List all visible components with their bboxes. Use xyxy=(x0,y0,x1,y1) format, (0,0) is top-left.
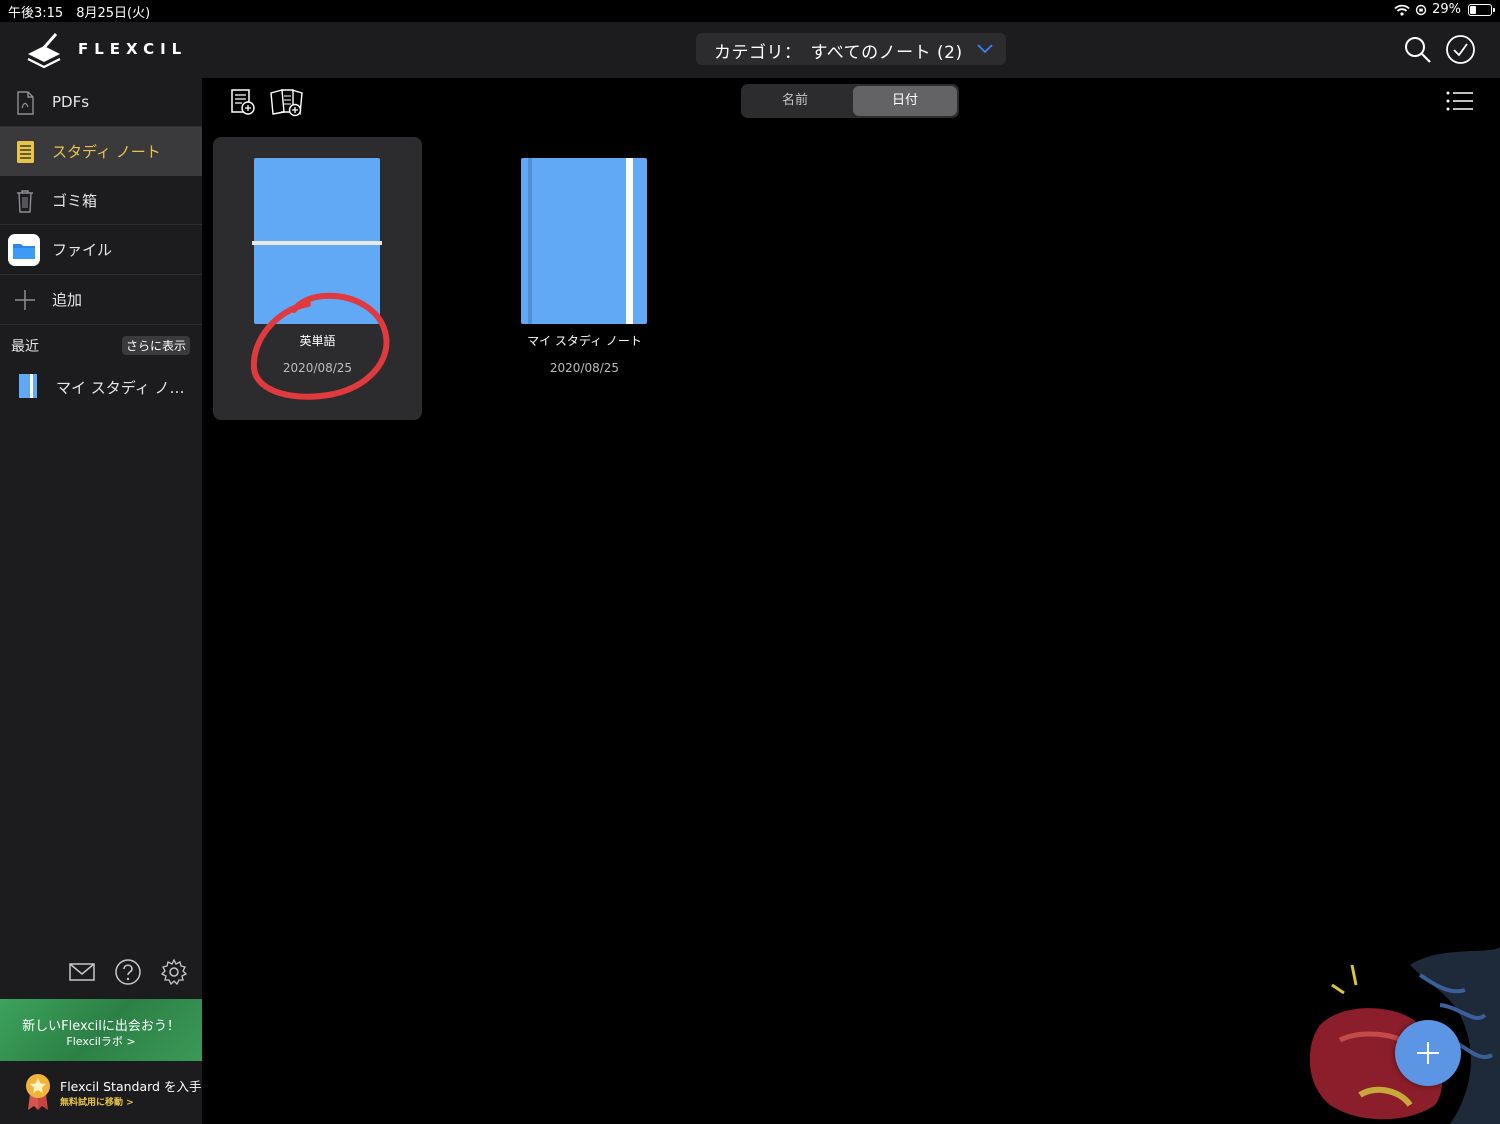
help-icon[interactable] xyxy=(114,958,142,986)
standard-title: Flexcil Standard を入手 xyxy=(60,1079,202,1094)
flexcil-logo-icon xyxy=(27,33,61,69)
pdf-icon xyxy=(17,91,34,115)
plus-icon xyxy=(1417,1042,1439,1064)
sidebar-item-label: ファイル xyxy=(52,240,113,259)
note-title: マイ スタディ ノート xyxy=(527,334,642,348)
notebook-icon xyxy=(17,141,34,163)
sidebar-item-label: PDFs xyxy=(52,93,90,111)
sidebar-footer-icons xyxy=(68,958,188,986)
status-time: 午後3:15 8月25日(火) xyxy=(8,6,151,21)
notebook-icon xyxy=(19,374,37,398)
sort-by-date-button[interactable]: 日付 xyxy=(853,86,957,116)
new-note-icon[interactable] xyxy=(229,87,257,117)
battery-icon xyxy=(1468,3,1495,16)
gear-icon[interactable] xyxy=(160,958,188,986)
search-icon[interactable] xyxy=(1403,35,1433,65)
recent-item-label: マイ スタディ ノ… xyxy=(56,379,185,397)
divider xyxy=(0,324,202,325)
sidebar-item-add[interactable]: 追加 xyxy=(0,275,202,323)
note-date: 2020/08/25 xyxy=(549,361,620,375)
battery-percent: 29% xyxy=(1432,2,1461,17)
sidebar-item-label: ゴミ箱 xyxy=(52,191,98,210)
sidebar-item-pdfs[interactable]: PDFs xyxy=(0,78,202,126)
note-elastic-band xyxy=(626,158,633,324)
status-indicators: 29% xyxy=(1394,2,1495,17)
note-spine xyxy=(528,158,532,324)
sort-by-name-button[interactable]: 名前 xyxy=(741,84,849,118)
add-fab-button[interactable] xyxy=(1395,1020,1461,1086)
promo-title: 新しいFlexcilに出会おう！ xyxy=(22,1019,180,1034)
plus-icon xyxy=(15,290,35,310)
orientation-lock-icon xyxy=(1415,4,1427,15)
new-note-from-template-icon[interactable] xyxy=(268,86,306,118)
list-view-icon[interactable] xyxy=(1445,90,1475,112)
show-more-button[interactable]: さらに表示 xyxy=(122,336,191,355)
wifi-icon xyxy=(1394,4,1410,16)
sidebar-item-trash[interactable]: ゴミ箱 xyxy=(0,176,202,224)
sidebar-item-label: スタディ ノート xyxy=(52,143,161,161)
recent-heading: 最近 xyxy=(11,339,39,355)
files-folder-icon xyxy=(8,234,40,266)
standard-subtitle: 無料試用に移動 > xyxy=(60,1098,134,1108)
sidebar-item-study-notes[interactable]: スタディ ノート xyxy=(0,127,202,176)
red-circle-annotation xyxy=(250,292,390,400)
award-badge-icon xyxy=(26,1074,50,1110)
promo-subtitle: Flexcilラボ > xyxy=(66,1035,136,1048)
brand-name: FLEXCIL xyxy=(78,40,188,58)
sidebar-item-files[interactable]: ファイル xyxy=(0,225,202,273)
trash-icon xyxy=(17,190,33,213)
sidebar-item-label: 追加 xyxy=(52,290,83,309)
chevron-down-icon xyxy=(977,44,993,54)
mail-icon[interactable] xyxy=(68,958,96,986)
check-circle-icon[interactable] xyxy=(1445,34,1476,65)
category-label: カテゴリ： すべてのノート (2) xyxy=(714,43,963,63)
note-elastic-band xyxy=(252,241,382,245)
